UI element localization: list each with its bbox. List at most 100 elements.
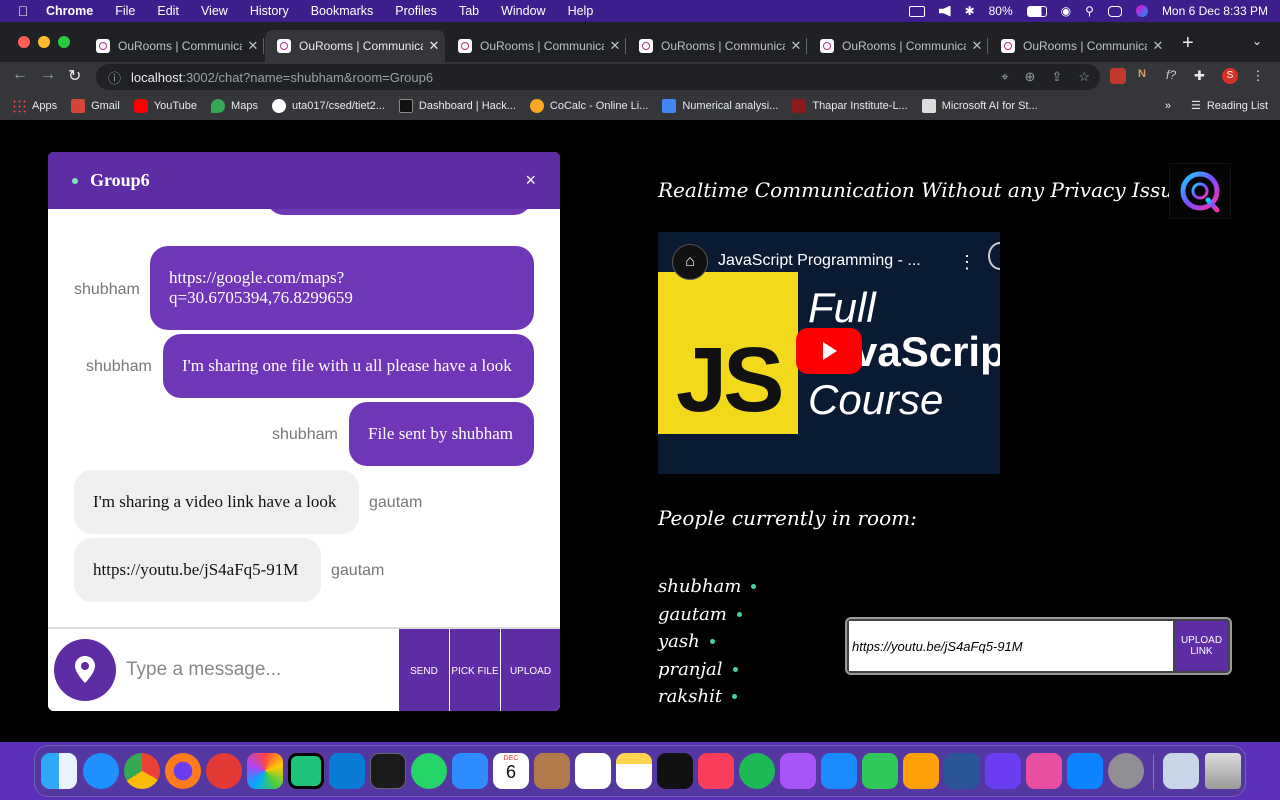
downloads-folder-icon[interactable] bbox=[1163, 753, 1199, 789]
location-icon[interactable]: ⌖ bbox=[1001, 69, 1008, 85]
vscode-icon[interactable] bbox=[329, 753, 365, 789]
pages-icon[interactable] bbox=[903, 753, 939, 789]
new-tab-icon[interactable]: + bbox=[1182, 32, 1194, 55]
word-icon[interactable] bbox=[944, 753, 980, 789]
bookmark-star-icon[interactable]: ☆ bbox=[1078, 69, 1090, 85]
numbers-icon[interactable] bbox=[862, 753, 898, 789]
zoom-window-button[interactable] bbox=[58, 36, 70, 48]
video-more-icon[interactable]: ⋮ bbox=[958, 252, 976, 273]
tab-search-icon[interactable]: ⌄ bbox=[1252, 34, 1262, 48]
apple-tv-icon[interactable] bbox=[657, 753, 693, 789]
bookmark-gmail[interactable]: Gmail bbox=[71, 99, 120, 113]
whatsapp-icon[interactable] bbox=[411, 753, 447, 789]
forward-icon[interactable]: → bbox=[40, 66, 56, 84]
bookmark-youtube[interactable]: YouTube bbox=[133, 99, 197, 113]
menu-profiles[interactable]: Profiles bbox=[395, 4, 437, 18]
close-window-button[interactable] bbox=[18, 36, 30, 48]
menu-history[interactable]: History bbox=[250, 4, 289, 18]
pick-file-button[interactable]: PICK FILE bbox=[450, 629, 500, 711]
tab-2-active[interactable]: OuRooms | Communicati ✕ bbox=[265, 30, 445, 62]
photos-icon[interactable] bbox=[247, 753, 283, 789]
bookmark-apps[interactable]: Apps bbox=[12, 99, 57, 113]
share-icon[interactable]: ⇪ bbox=[1051, 69, 1062, 85]
chrome-icon[interactable] bbox=[124, 753, 160, 789]
app-store-icon[interactable] bbox=[1067, 753, 1103, 789]
upload-button[interactable]: UPLOAD bbox=[501, 629, 560, 711]
terminal-icon[interactable] bbox=[370, 753, 406, 789]
spotify-icon[interactable] bbox=[739, 753, 775, 789]
menu-help[interactable]: Help bbox=[568, 4, 594, 18]
play-button[interactable] bbox=[796, 328, 862, 374]
bookmark-maps[interactable]: Maps bbox=[211, 99, 258, 113]
message-list[interactable]: shubham https://google.com/maps? q=30.67… bbox=[48, 209, 560, 627]
close-chat-icon[interactable]: × bbox=[525, 170, 536, 191]
channel-avatar-icon[interactable]: ⌂ bbox=[672, 244, 708, 280]
screen-share-icon[interactable] bbox=[1026, 753, 1062, 789]
zoom-icon[interactable] bbox=[452, 753, 488, 789]
menu-tab[interactable]: Tab bbox=[459, 4, 479, 18]
reload-icon[interactable]: ↻ bbox=[68, 66, 81, 86]
extension-red-icon[interactable] bbox=[1110, 68, 1126, 84]
calendar-icon[interactable]: DEC 6 bbox=[493, 753, 529, 789]
upload-link-button[interactable]: UPLOAD LINK bbox=[1175, 621, 1228, 671]
back-icon[interactable]: ← bbox=[12, 66, 28, 84]
notes-icon[interactable] bbox=[616, 753, 652, 789]
music-icon[interactable] bbox=[698, 753, 734, 789]
tab-1[interactable]: OuRooms | Communicati ✕ bbox=[84, 30, 264, 62]
finder-icon[interactable] bbox=[41, 753, 77, 789]
contacts-icon[interactable] bbox=[534, 753, 570, 789]
info-icon[interactable]: ⓘ bbox=[108, 68, 121, 87]
bookmark-hackerrank[interactable]: Dashboard | Hack... bbox=[398, 99, 516, 113]
close-tab-icon[interactable]: ✕ bbox=[423, 38, 445, 54]
menu-edit[interactable]: Edit bbox=[157, 4, 179, 18]
puzzle-icon[interactable]: ✚ bbox=[1194, 68, 1210, 84]
close-tab-icon[interactable]: ✕ bbox=[966, 38, 988, 54]
address-bar[interactable]: ⓘ localhost:3002/chat?name=shubham&room=… bbox=[96, 64, 1100, 90]
keyboard-icon[interactable] bbox=[908, 5, 925, 17]
control-center-icon[interactable] bbox=[1107, 5, 1122, 17]
watch-later-icon[interactable] bbox=[988, 242, 1000, 270]
bookmark-numerical[interactable]: Numerical analysi... bbox=[662, 99, 778, 113]
siri-icon[interactable] bbox=[1135, 5, 1148, 17]
chrome-menu-icon[interactable]: ⋮ bbox=[1250, 68, 1266, 84]
tab-5[interactable]: OuRooms | Communicati ✕ bbox=[808, 30, 988, 62]
podcasts-icon[interactable] bbox=[780, 753, 816, 789]
menu-bookmarks[interactable]: Bookmarks bbox=[311, 4, 374, 18]
youtube-embed[interactable]: JS Full vaScrip Course ⌂ JavaScript Prog… bbox=[658, 232, 1000, 474]
video-title[interactable]: JavaScript Programming - ... bbox=[718, 252, 921, 270]
reminders-icon[interactable] bbox=[575, 753, 611, 789]
pycharm-icon[interactable] bbox=[288, 753, 324, 789]
menu-file[interactable]: File bbox=[115, 4, 135, 18]
mail-icon[interactable] bbox=[206, 753, 242, 789]
extension-n-icon[interactable]: N bbox=[1138, 68, 1154, 84]
close-tab-icon[interactable]: ✕ bbox=[604, 38, 626, 54]
bookmark-github[interactable]: uta017/csed/tiet2... bbox=[271, 99, 385, 113]
close-tab-icon[interactable]: ✕ bbox=[242, 38, 264, 54]
tab-4[interactable]: OuRooms | Communicati ✕ bbox=[627, 30, 807, 62]
system-preferences-icon[interactable] bbox=[1108, 753, 1144, 789]
menu-view[interactable]: View bbox=[201, 4, 228, 18]
clock[interactable]: Mon 6 Dec 8:33 PM bbox=[1162, 4, 1268, 18]
keynote-icon[interactable] bbox=[821, 753, 857, 789]
menu-window[interactable]: Window bbox=[501, 4, 545, 18]
extension-f-icon[interactable]: f? bbox=[1166, 68, 1182, 84]
close-tab-icon[interactable]: ✕ bbox=[785, 38, 807, 54]
safari-icon[interactable] bbox=[83, 753, 119, 789]
trash-icon[interactable] bbox=[1205, 753, 1241, 789]
tab-3[interactable]: OuRooms | Communicati ✕ bbox=[446, 30, 626, 62]
firefox-icon[interactable] bbox=[165, 753, 201, 789]
linear-app-icon[interactable] bbox=[985, 753, 1021, 789]
bookmark-cocalc[interactable]: CoCalc - Online Li... bbox=[529, 99, 648, 113]
link-input[interactable] bbox=[849, 621, 1173, 671]
bookmark-thapar[interactable]: Thapar Institute-L... bbox=[792, 99, 908, 113]
apple-icon[interactable]:  bbox=[0, 3, 46, 19]
send-button[interactable]: SEND bbox=[399, 629, 449, 711]
minimize-window-button[interactable] bbox=[38, 36, 50, 48]
reading-list[interactable]: » ☰ Reading List bbox=[1165, 99, 1268, 113]
profile-avatar[interactable]: S bbox=[1222, 68, 1238, 84]
url-text[interactable]: localhost:3002/chat?name=shubham&room=Gr… bbox=[131, 70, 433, 85]
wifi-icon[interactable]: ◉ bbox=[1061, 4, 1071, 18]
bluetooth-icon[interactable]: ✱ bbox=[965, 4, 975, 18]
menu-app[interactable]: Chrome bbox=[46, 4, 93, 18]
more-bookmarks-icon[interactable]: » bbox=[1165, 100, 1171, 112]
